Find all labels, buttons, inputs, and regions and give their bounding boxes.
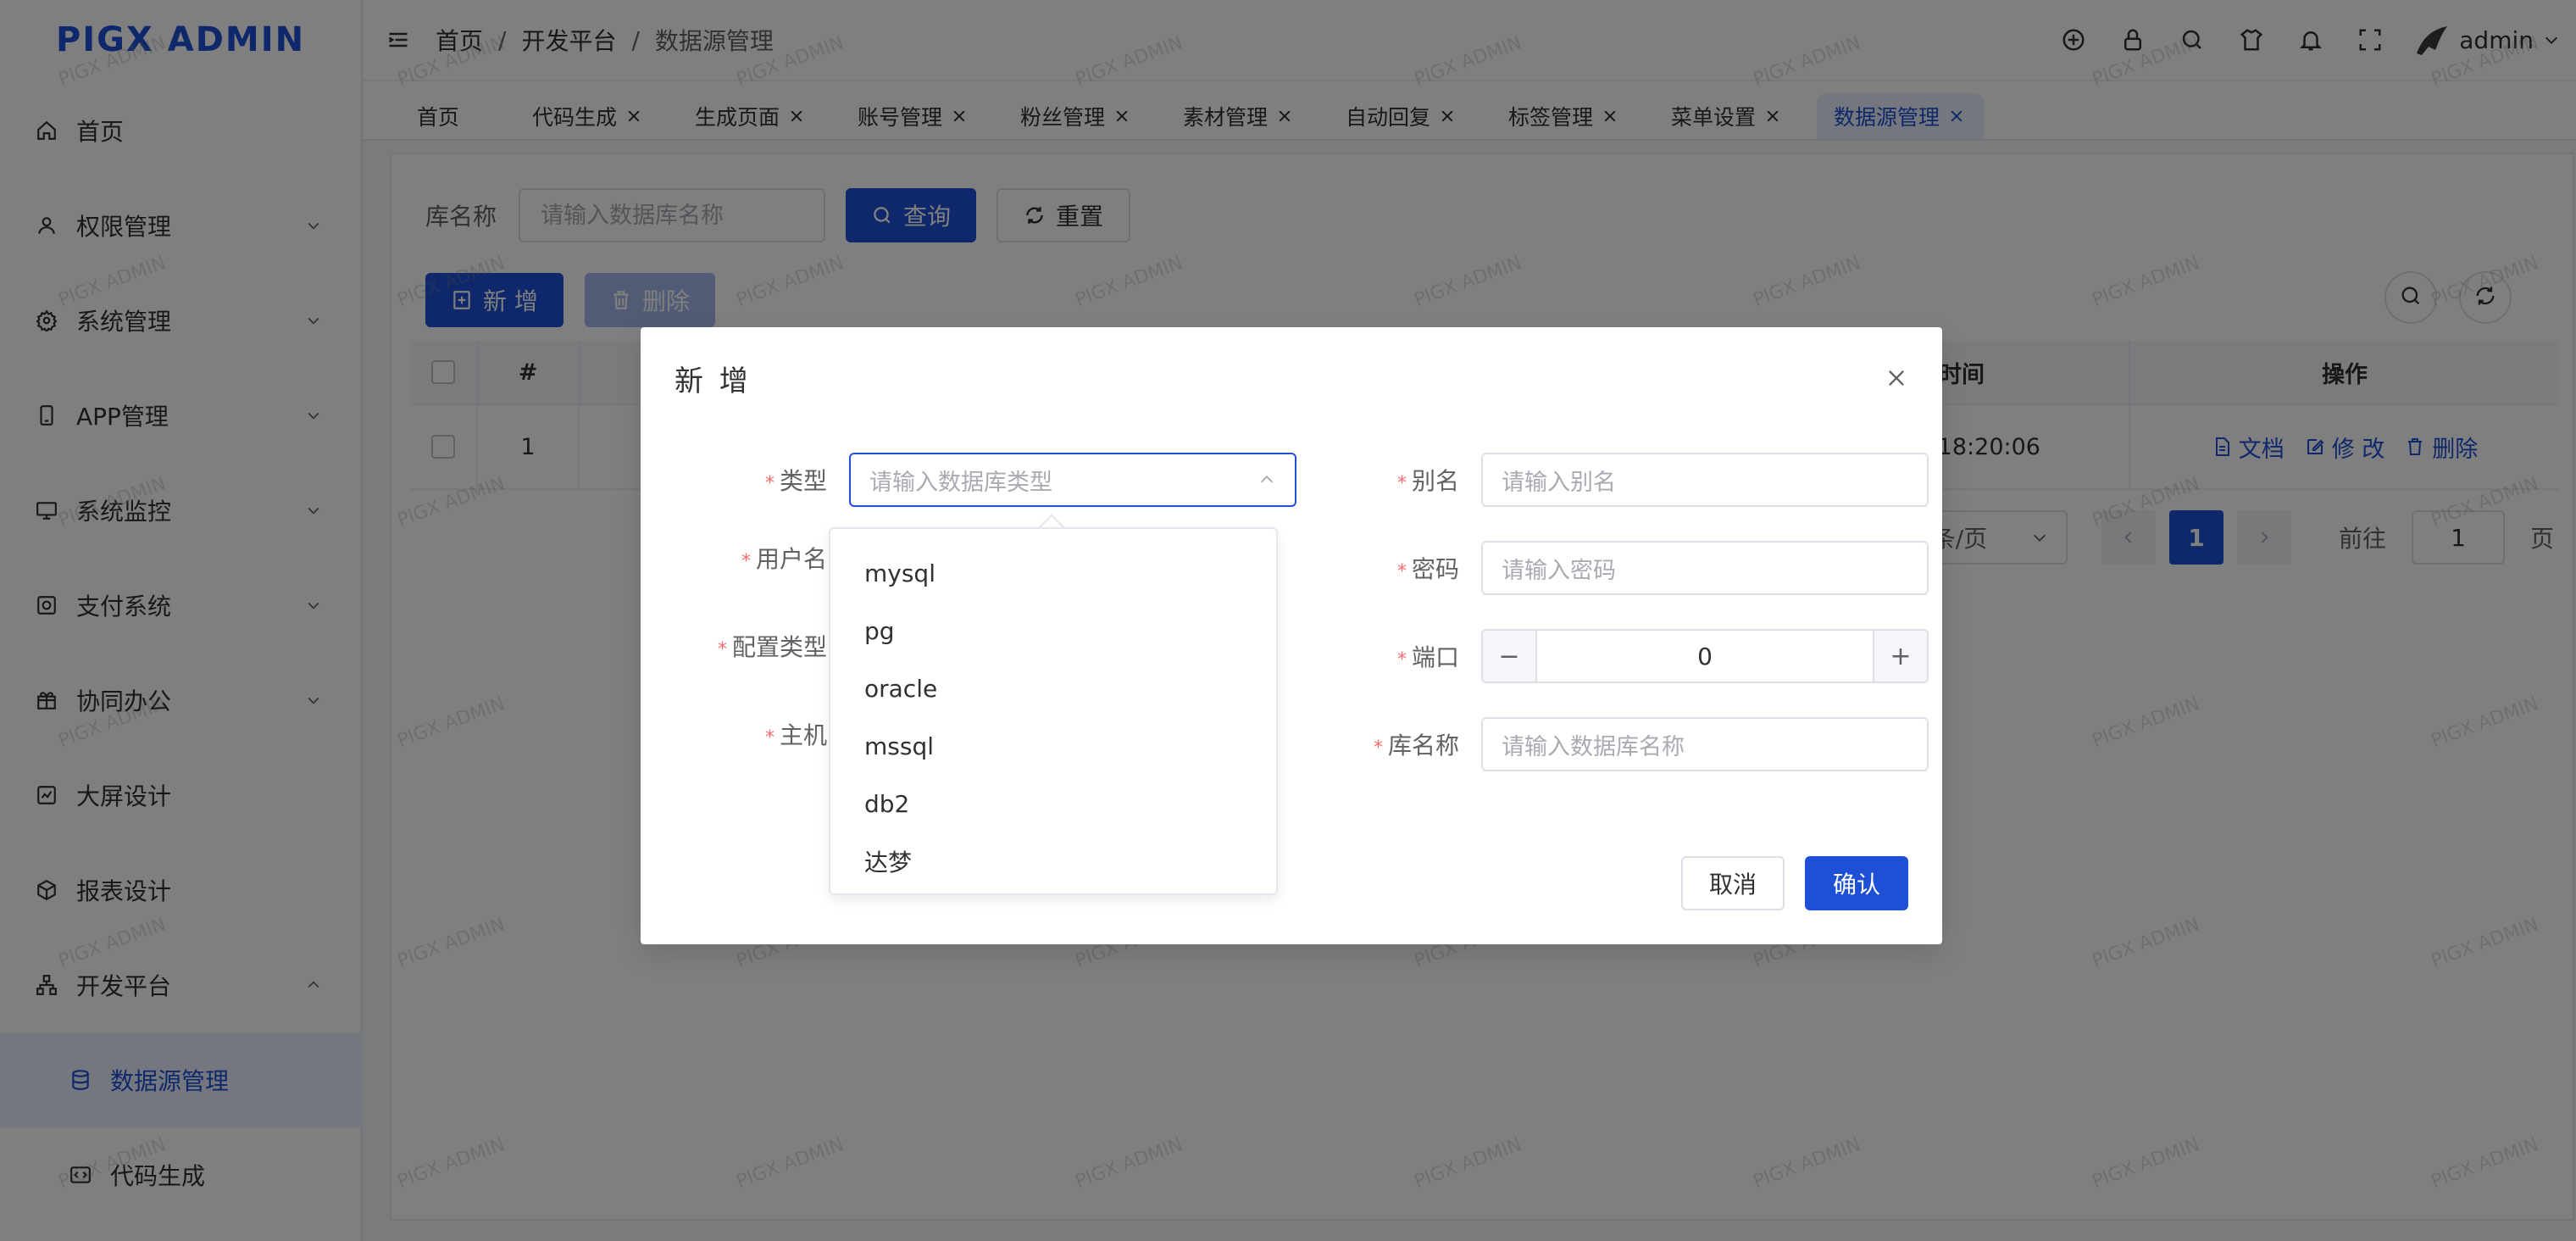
dropdown-option-pg[interactable]: pg <box>830 602 1276 659</box>
config-type-label-text: 配置类型 <box>731 633 827 661</box>
host-label: * 主机 <box>675 717 827 751</box>
dbname-placeholder: 请输入数据库名称 <box>1502 733 1685 760</box>
cancel-button[interactable]: 取消 <box>1681 856 1785 910</box>
username-label-text: 用户名 <box>755 545 827 573</box>
required-mark: * <box>764 473 774 494</box>
chevron-up-icon <box>1257 470 1276 489</box>
port-label: * 端口 <box>1307 639 1459 673</box>
port-value[interactable]: 0 <box>1537 631 1873 682</box>
password-input[interactable]: 请输入密码 <box>1481 541 1929 595</box>
type-dropdown: mysql pg oracle mssql db2 达梦 <box>829 527 1278 895</box>
form-item-alias: * 别名 请输入别名 <box>1307 453 1929 507</box>
close-icon[interactable] <box>1885 366 1908 390</box>
type-select[interactable]: 请输入数据库类型 <box>849 453 1296 507</box>
port-increment-button[interactable]: + <box>1873 631 1927 682</box>
dropdown-option-db2[interactable]: db2 <box>830 775 1276 832</box>
username-label: * 用户名 <box>675 541 827 575</box>
port-decrement-button[interactable]: − <box>1483 631 1537 682</box>
required-mark: * <box>1396 473 1407 494</box>
host-label-text: 主机 <box>779 721 827 749</box>
dropdown-option-oracle[interactable]: oracle <box>830 659 1276 717</box>
type-placeholder: 请输入数据库类型 <box>869 469 1052 496</box>
form-item-port: * 端口 − 0 + <box>1307 629 1929 683</box>
required-mark: * <box>764 727 774 748</box>
alias-placeholder: 请输入别名 <box>1502 469 1616 496</box>
form-item-password: * 密码 请输入密码 <box>1307 541 1929 595</box>
type-label: * 类型 <box>675 463 827 497</box>
form-item-host: * 主机 <box>675 717 849 751</box>
form-item-dbname: * 库名称 请输入数据库名称 <box>1307 717 1929 771</box>
dropdown-option-mysql[interactable]: mysql <box>830 544 1276 602</box>
confirm-button[interactable]: 确认 <box>1805 856 1908 910</box>
alias-input[interactable]: 请输入别名 <box>1481 453 1929 507</box>
required-mark: * <box>1373 737 1383 759</box>
dbname-input[interactable]: 请输入数据库名称 <box>1481 717 1929 771</box>
form-item-type: * 类型 请输入数据库类型 <box>675 453 1296 507</box>
required-mark: * <box>717 639 727 660</box>
dialog-title: 新 增 <box>675 365 752 398</box>
dropdown-option-dameng[interactable]: 达梦 <box>830 832 1276 890</box>
alias-label: * 别名 <box>1307 463 1459 497</box>
dbname-label-text: 库名称 <box>1387 732 1459 760</box>
port-stepper: − 0 + <box>1481 629 1929 683</box>
dbname-label: * 库名称 <box>1307 727 1459 761</box>
required-mark: * <box>1396 649 1407 671</box>
alias-label-text: 别名 <box>1411 467 1459 495</box>
required-mark: * <box>741 551 751 572</box>
form-item-config-type: * 配置类型 <box>675 629 849 663</box>
password-label: * 密码 <box>1307 551 1459 585</box>
dropdown-option-mssql[interactable]: mssql <box>830 717 1276 775</box>
required-mark: * <box>1396 561 1407 582</box>
type-label-text: 类型 <box>779 467 827 495</box>
password-placeholder: 请输入密码 <box>1502 557 1616 584</box>
password-label-text: 密码 <box>1411 555 1459 583</box>
form-item-username: * 用户名 <box>675 541 849 575</box>
port-label-text: 端口 <box>1411 643 1459 671</box>
config-type-label: * 配置类型 <box>675 629 827 663</box>
